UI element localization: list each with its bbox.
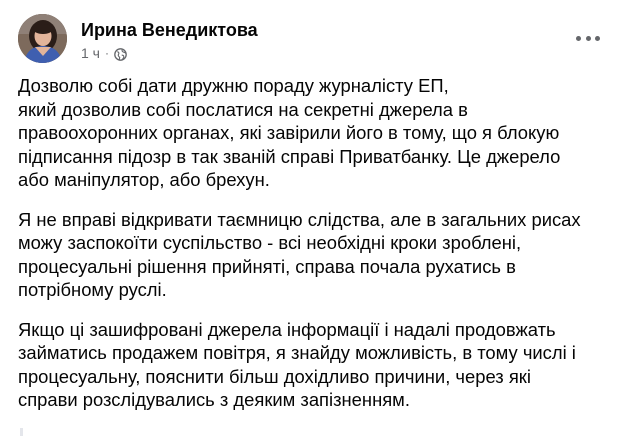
post-header: Ирина Венедиктова 1 ч ·: [18, 14, 602, 70]
meta-separator: ·: [104, 46, 109, 60]
author-name[interactable]: Ирина Венедиктова: [81, 19, 258, 41]
post-paragraph-1: Дозволю собі дати дружню пораду журналіс…: [18, 75, 561, 190]
post-timestamp[interactable]: 1 ч: [81, 44, 100, 62]
post-meta: 1 ч ·: [81, 44, 127, 62]
more-dot: [585, 35, 591, 41]
globe-icon[interactable]: [114, 47, 127, 61]
post-paragraph-3: Якщо ці зашифровані джерела інформації і…: [18, 318, 576, 411]
more-dot: [595, 35, 600, 41]
facebook-post: Ирина Венедиктова 1 ч · Дозволю собі дат…: [0, 0, 620, 436]
avatar[interactable]: [18, 14, 67, 63]
post-paragraph-2: Я не вправі відкривати таємницю слідства…: [18, 208, 581, 301]
more-options-icon[interactable]: [576, 28, 600, 48]
bottom-divider-fragment: [20, 428, 23, 436]
avatar-photo: [18, 14, 67, 63]
post-text: Дозволю собі дати дружню пораду журналіс…: [18, 74, 608, 428]
more-dot: [576, 35, 581, 41]
